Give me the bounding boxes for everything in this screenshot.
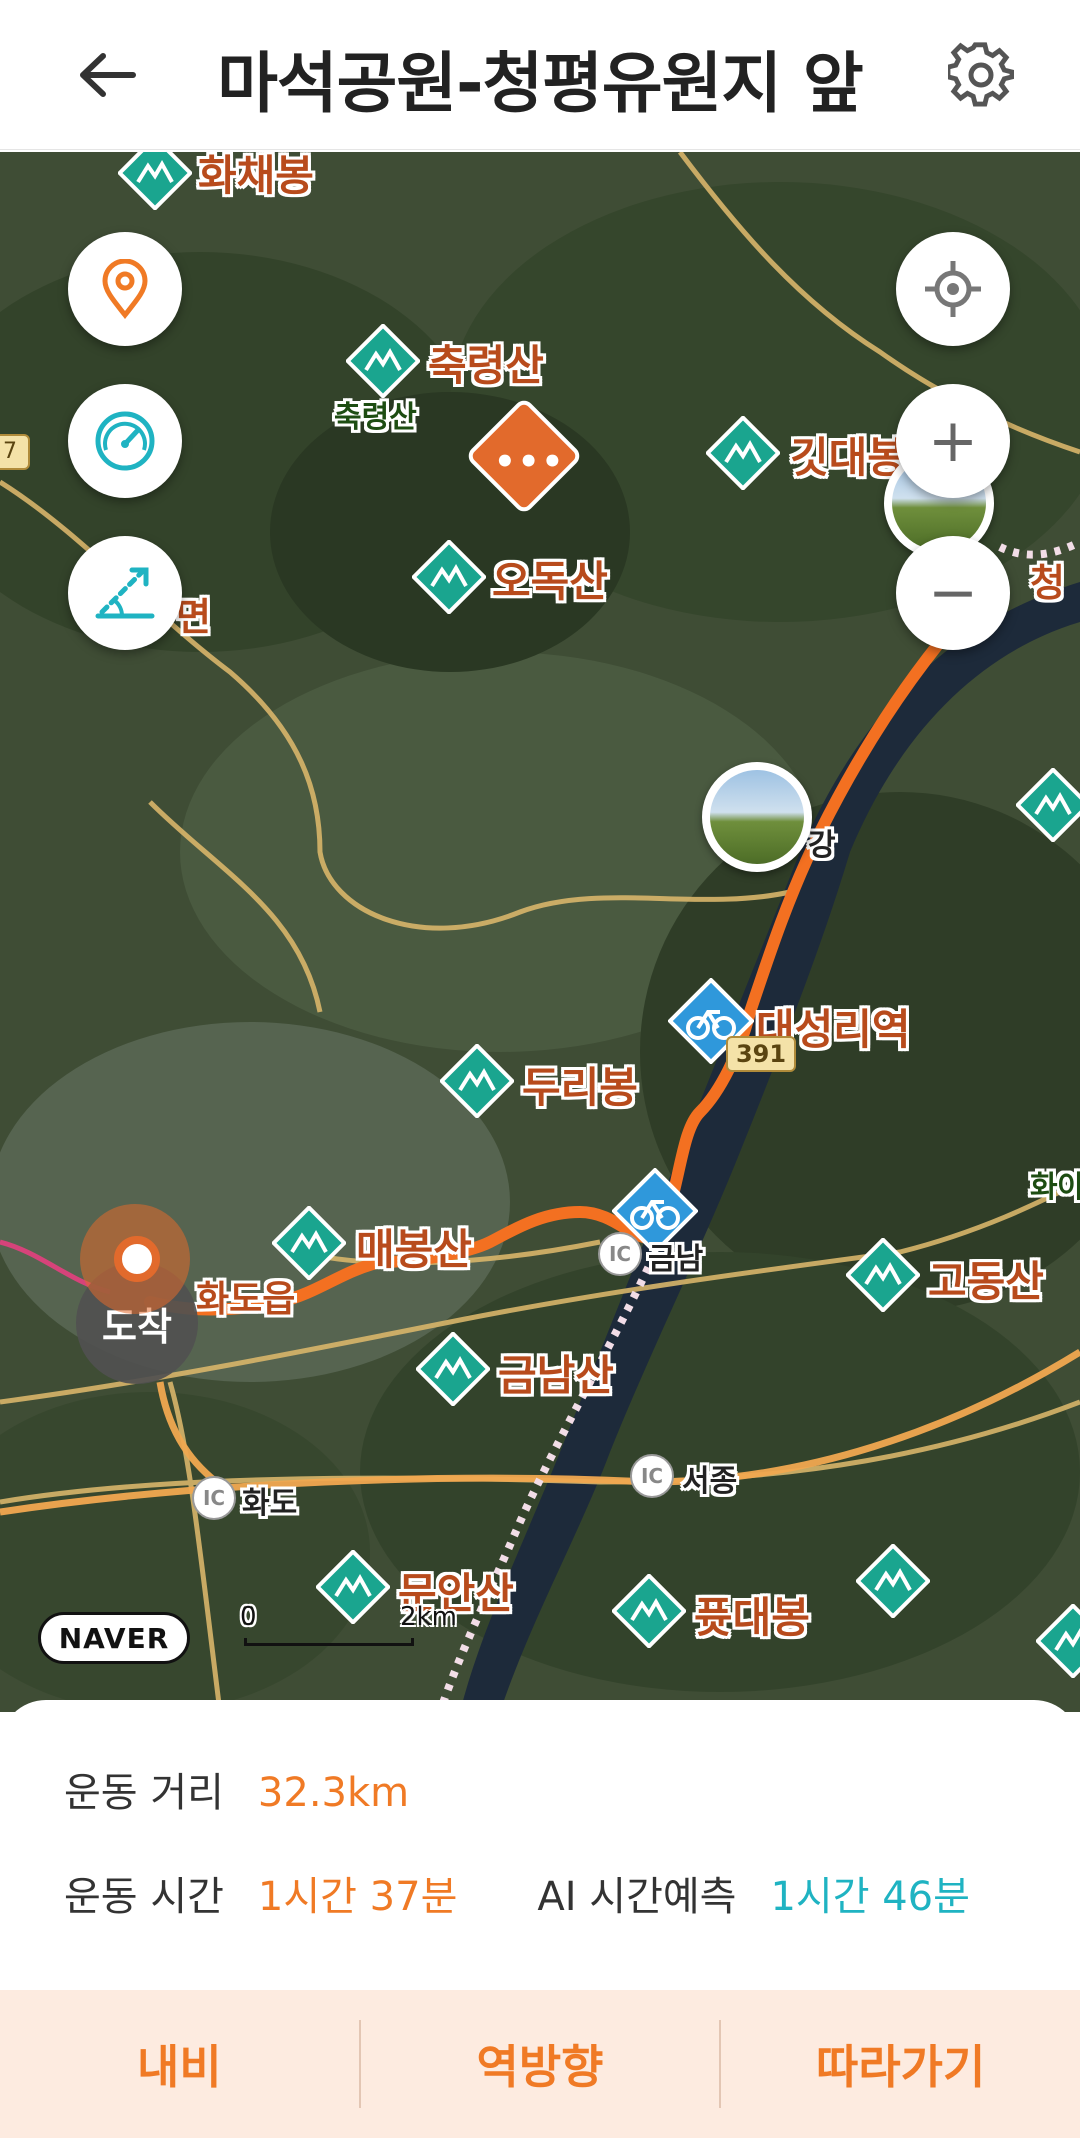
map-label: 오독산 — [492, 557, 608, 606]
peak-icon — [440, 1044, 514, 1118]
map-label: 화도읍 — [196, 1279, 296, 1320]
scale-bar — [244, 1638, 414, 1646]
map-label: 고동산 — [928, 1257, 1044, 1306]
map-label: 금남산 — [498, 1351, 614, 1400]
map-label: 깃대봉 — [790, 433, 906, 482]
navi-button[interactable]: 내비 — [0, 1990, 359, 2138]
action-bar: 내비 역방향 따라가기 — [0, 1990, 1080, 2138]
time-value: 1시간 37분 — [257, 1874, 458, 1920]
speedometer-button[interactable] — [68, 384, 182, 498]
peak-icon — [346, 324, 420, 398]
zoom-in-button[interactable]: + — [896, 384, 1010, 498]
elevation-icon — [95, 567, 155, 619]
map-label: 축령산 — [428, 341, 544, 390]
map-label: 청 — [1030, 561, 1065, 605]
location-pin-button[interactable] — [68, 232, 182, 346]
map-label: 서종 — [682, 1464, 738, 1499]
peak-icon — [416, 1332, 490, 1406]
distance-row: 운동 거리 32.3km — [64, 1760, 409, 1818]
gear-icon — [948, 42, 1014, 107]
back-button[interactable] — [72, 40, 142, 110]
map-label: 두리봉 — [522, 1063, 638, 1112]
time-row: 운동 시간 1시간 37분 AI 시간예측 1시간 46분 — [64, 1864, 970, 1922]
gps-button[interactable] — [896, 232, 1010, 346]
map-label: 화채봉 — [198, 152, 314, 200]
scale-end: 2km — [400, 1602, 457, 1632]
page-title: 마석공원-청평유원지 앞 — [217, 45, 864, 122]
distance-value: 32.3km — [257, 1770, 410, 1816]
route-map[interactable]: 화채봉 축령산 축령산 ••• 깃대봉 오독산 면 청 강 7 대성리역 391… — [0, 152, 1080, 1712]
elevation-button[interactable] — [68, 536, 182, 650]
route-summary-sheet: 운동 거리 32.3km 운동 시간 1시간 37분 AI 시간예측 1시간 4… — [0, 1700, 1080, 1990]
reverse-button[interactable]: 역방향 — [361, 1990, 720, 2138]
photo-marker[interactable] — [702, 762, 812, 872]
peak-icon — [118, 152, 192, 210]
zoom-out-button[interactable]: − — [896, 536, 1010, 650]
peak-icon — [412, 540, 486, 614]
map-label: 화아 — [1030, 1170, 1080, 1205]
map-label: 퓻대봉 — [694, 1593, 810, 1642]
map-label: 금남 — [648, 1242, 704, 1277]
peak-icon — [272, 1206, 346, 1280]
ai-prediction-value: 1시간 46분 — [770, 1874, 970, 1920]
speedometer-icon — [95, 411, 155, 471]
ai-prediction-label: AI 시간예측 — [537, 1874, 737, 1920]
peak-icon — [856, 1544, 930, 1618]
ic-badge: IC — [598, 1232, 642, 1276]
peak-icon — [612, 1574, 686, 1648]
distance-label: 운동 거리 — [64, 1770, 224, 1816]
location-pin-icon — [102, 259, 148, 319]
naver-logo: NAVER — [38, 1612, 190, 1664]
arrow-left-icon — [80, 53, 136, 97]
peak-icon — [1016, 768, 1080, 842]
follow-button[interactable]: 따라가기 — [721, 1990, 1080, 2138]
more-pois-dots: ••• — [494, 442, 566, 482]
peak-icon — [706, 416, 780, 490]
endpoint-pin-icon — [114, 1236, 160, 1282]
peak-icon — [1036, 1604, 1080, 1678]
ic-badge: IC — [630, 1454, 674, 1498]
time-label: 운동 시간 — [64, 1874, 224, 1920]
road-number-badge: 391 — [726, 1036, 796, 1072]
map-label: 화도 — [242, 1486, 298, 1521]
ic-badge: IC — [192, 1476, 236, 1520]
map-label: 강 — [808, 828, 836, 863]
app-header: 마석공원-청평유원지 앞 — [0, 0, 1080, 150]
map-label: 축령산 — [334, 400, 417, 435]
road-number-badge: 7 — [0, 434, 30, 470]
map-scale: 0 2km — [240, 1602, 457, 1662]
scale-start: 0 — [240, 1602, 257, 1632]
peak-icon — [846, 1238, 920, 1312]
settings-button[interactable] — [942, 36, 1020, 114]
map-label: 매봉산 — [356, 1225, 472, 1274]
crosshair-icon — [925, 261, 981, 317]
